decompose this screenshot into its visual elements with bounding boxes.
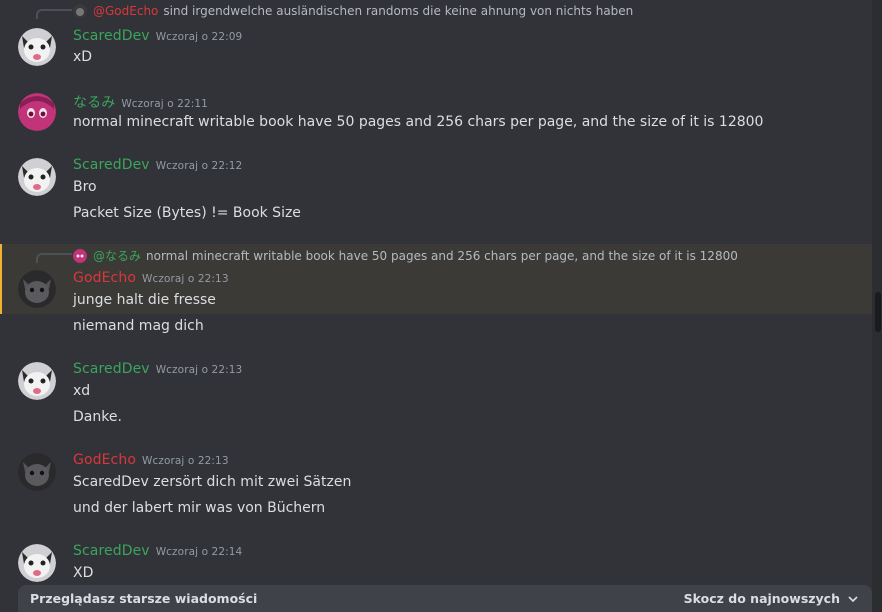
timestamp[interactable]: Wczoraj o 22:09 xyxy=(156,31,243,43)
username[interactable]: ScaredDev xyxy=(73,157,150,173)
username[interactable]: GodEcho xyxy=(73,452,136,468)
jump-to-present-button[interactable]: Skocz do najnowszych xyxy=(684,591,858,606)
message-header: ScaredDev Wczoraj o 22:12 xyxy=(73,157,242,173)
message-text: Danke. xyxy=(73,409,122,425)
avatar[interactable] xyxy=(18,270,56,308)
message-text: junge halt die fresse xyxy=(73,292,216,308)
message-text: xD xyxy=(73,49,93,65)
message-text: normal minecraft writable book have 50 p… xyxy=(73,114,764,130)
message-text: ScaredDev zersört dich mit zwei Sätzen xyxy=(73,474,352,490)
timestamp[interactable]: Wczoraj o 22:12 xyxy=(156,160,243,172)
scrollbar-thumb[interactable] xyxy=(875,292,881,332)
message-header: ScaredDev Wczoraj o 22:13 xyxy=(73,361,242,377)
message-text: und der labert mir was von Büchern xyxy=(73,500,326,516)
timestamp[interactable]: Wczoraj o 22:13 xyxy=(142,455,229,467)
message-list: @GodEcho sind irgendwelche ausländischen… xyxy=(0,0,872,612)
chevron-down-icon[interactable] xyxy=(848,594,858,604)
timestamp[interactable]: Wczoraj o 22:14 xyxy=(156,546,243,558)
reply-text[interactable]: normal minecraft writable book have 50 p… xyxy=(146,249,738,263)
avatar[interactable] xyxy=(18,362,56,400)
message-text: Bro xyxy=(73,179,97,195)
message-text: Packet Size (Bytes) != Book Size xyxy=(73,205,301,221)
reply-avatar-icon xyxy=(73,4,87,18)
reply-spine xyxy=(36,9,72,19)
message-header: なるみ Wczoraj o 22:11 xyxy=(73,92,208,112)
username[interactable]: ScaredDev xyxy=(73,28,150,44)
reply-author[interactable]: @なるみ xyxy=(93,247,141,264)
avatar[interactable] xyxy=(18,28,56,66)
message-header: GodEcho Wczoraj o 22:13 xyxy=(73,452,229,468)
message-text: xd xyxy=(73,383,91,399)
username[interactable]: ScaredDev xyxy=(73,361,150,377)
avatar[interactable] xyxy=(18,453,56,491)
jump-to-present-label[interactable]: Skocz do najnowszych xyxy=(684,591,840,606)
username[interactable]: ScaredDev xyxy=(73,543,150,559)
reply-spine xyxy=(36,253,72,263)
username[interactable]: なるみ xyxy=(73,95,115,111)
scrollbar[interactable] xyxy=(872,0,882,612)
older-messages-bar: Przeglądasz starsze wiadomości Skocz do … xyxy=(18,585,872,612)
message-header: ScaredDev Wczoraj o 22:14 xyxy=(73,543,242,559)
reply-text[interactable]: sind irgendwelche ausländischen randoms … xyxy=(163,4,633,18)
message-text: XD xyxy=(73,565,94,581)
avatar[interactable] xyxy=(18,158,56,196)
timestamp[interactable]: Wczoraj o 22:11 xyxy=(121,98,208,110)
reply-preview[interactable]: @GodEcho sind irgendwelche ausländischen… xyxy=(73,4,633,18)
message-header: GodEcho Wczoraj o 22:13 xyxy=(73,270,229,286)
reply-author[interactable]: @GodEcho xyxy=(93,4,158,18)
reply-avatar-icon xyxy=(73,248,87,263)
message-text: niemand mag dich xyxy=(73,318,204,334)
reply-preview[interactable]: @なるみ normal minecraft writable book have… xyxy=(73,247,738,264)
avatar[interactable] xyxy=(18,544,56,582)
avatar[interactable] xyxy=(18,93,56,131)
message-header: ScaredDev Wczoraj o 22:09 xyxy=(73,28,242,44)
older-messages-label: Przeglądasz starsze wiadomości xyxy=(30,591,258,606)
timestamp[interactable]: Wczoraj o 22:13 xyxy=(156,364,243,376)
username[interactable]: GodEcho xyxy=(73,270,136,286)
timestamp[interactable]: Wczoraj o 22:13 xyxy=(142,273,229,285)
